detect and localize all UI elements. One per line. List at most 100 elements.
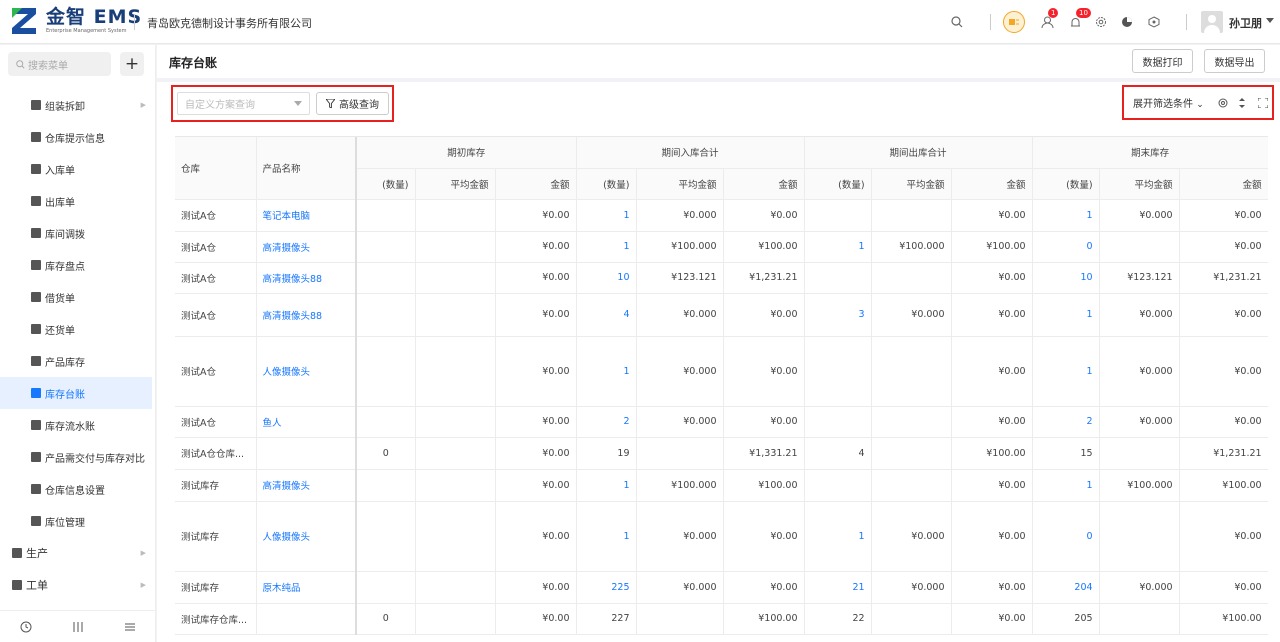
product-link[interactable]: 高清摄像头88 <box>256 293 357 337</box>
table-cell: 测试A仓 <box>175 231 257 263</box>
product-link[interactable]: 笔记本电脑 <box>256 199 357 232</box>
product-link[interactable]: 高清摄像头 <box>256 469 357 502</box>
table-cell[interactable]: 1 <box>1032 469 1100 502</box>
table-cell: 测试A仓 <box>175 406 257 438</box>
table-cell: ¥0.000 <box>636 501 724 572</box>
table-cell: ¥0.00 <box>495 501 577 572</box>
table-cell[interactable]: 10 <box>1032 262 1100 294</box>
product-link[interactable]: 鱼人 <box>256 406 357 438</box>
history-icon[interactable] <box>20 621 32 633</box>
bell-icon[interactable]: 10 <box>1066 8 1091 31</box>
sidebar-item-13[interactable]: 库位管理 <box>0 505 152 537</box>
table-cell[interactable]: 1 <box>576 469 637 502</box>
sidebar-item-2[interactable]: 入库单 <box>0 153 152 185</box>
feature-icon[interactable] <box>1003 11 1025 33</box>
header-sub-2: 金额 <box>951 168 1033 200</box>
table-cell[interactable]: 225 <box>576 571 637 604</box>
table-cell[interactable]: 1 <box>1032 293 1100 337</box>
advanced-query-button[interactable]: 高级查询 <box>316 92 389 115</box>
sidebar-item-10[interactable]: 库存流水账 <box>0 409 152 441</box>
sidebar-group-label: 工单 <box>26 579 48 592</box>
product-link[interactable]: 原木纯品 <box>256 571 357 604</box>
table-cell: ¥0.000 <box>636 199 724 232</box>
table-cell[interactable]: 0 <box>1032 501 1100 572</box>
table-cell <box>415 571 496 604</box>
header-divider-2 <box>990 14 991 30</box>
table-row: 测试库存 人像摄像头 ¥0.00 1 ¥0.000 ¥0.00 1 ¥0.000 ¥0.00 0 ¥… <box>175 501 1268 572</box>
table-cell: ¥0.00 <box>951 469 1033 502</box>
sidebar-item-0[interactable]: 组装拆卸 ▶ <box>0 89 152 121</box>
table-cell[interactable]: 1 <box>576 501 637 572</box>
header-sub-1: 平均金额 <box>415 168 496 200</box>
top-bar: 金智 EMS Enterprise Management System 青岛欧克… <box>0 0 1280 44</box>
table-cell[interactable]: 2 <box>576 406 637 438</box>
chevron-right-icon: ▶ <box>140 549 146 557</box>
product-link[interactable]: 人像摄像头 <box>256 336 357 407</box>
avatar[interactable] <box>1201 11 1223 33</box>
scheme-select[interactable]: 自定义方案查询 <box>177 92 310 115</box>
table-cell[interactable]: 3 <box>804 293 872 337</box>
fullscreen-icon[interactable] <box>1257 97 1268 108</box>
sort-icon[interactable] <box>72 621 84 633</box>
table-cell[interactable]: 2 <box>1032 406 1100 438</box>
sidebar-group-1[interactable]: 工单 ▶ <box>0 569 152 601</box>
table-cell[interactable]: 1 <box>804 501 872 572</box>
table-cell[interactable]: 1 <box>1032 336 1100 407</box>
header-sub-0: (数量) <box>1032 168 1100 200</box>
sidebar-item-6[interactable]: 借货单 <box>0 281 152 313</box>
table-cell[interactable]: 10 <box>576 262 637 294</box>
row-height-icon[interactable] <box>1238 97 1246 108</box>
sidebar-item-7[interactable]: 还货单 <box>0 313 152 345</box>
table-cell[interactable]: 204 <box>1032 571 1100 604</box>
table-cell[interactable]: 1 <box>576 336 637 407</box>
table-cell: ¥0.00 <box>723 571 805 604</box>
sidebar-item-3[interactable]: 出库单 <box>0 185 152 217</box>
product-link[interactable]: 高清摄像头 <box>256 231 357 263</box>
table-cell <box>636 603 724 635</box>
header-sub-2: 金额 <box>1179 168 1268 200</box>
print-button[interactable]: 数据打印 <box>1132 49 1193 73</box>
cube-icon[interactable] <box>1145 13 1163 31</box>
sidebar-item-12[interactable]: 仓库信息设置 <box>0 473 152 505</box>
table-cell[interactable]: 21 <box>804 571 872 604</box>
table-cell: 4 <box>804 437 872 470</box>
gear-icon[interactable] <box>1092 13 1110 31</box>
add-menu-button[interactable]: + <box>120 52 144 76</box>
table-cell[interactable]: 4 <box>576 293 637 337</box>
table-cell[interactable]: 1 <box>576 199 637 232</box>
table-cell[interactable]: 1 <box>1032 199 1100 232</box>
table-cell: ¥100.00 <box>951 437 1033 470</box>
table-cell[interactable]: 1 <box>804 231 872 263</box>
table-row: 测试A仓 高清摄像头88 ¥0.00 4 ¥0.000 ¥0.00 3 ¥0.000 ¥0.00… <box>175 293 1268 337</box>
sidebar-item-5[interactable]: 库存盘点 <box>0 249 152 281</box>
header-divider <box>134 14 135 30</box>
table-cell: 227 <box>576 603 637 635</box>
grid-icon <box>31 516 41 526</box>
caret-down-icon[interactable] <box>1266 16 1274 24</box>
export-button[interactable]: 数据导出 <box>1204 49 1265 73</box>
sidebar-item-9[interactable]: 库存台账 <box>0 377 152 409</box>
menu-collapse-icon[interactable] <box>124 621 136 633</box>
sidebar-item-11[interactable]: 产品需交付与库存对比 <box>0 441 152 473</box>
sidebar-item-1[interactable]: 仓库提示信息 <box>0 121 152 153</box>
table-cell: ¥100.00 <box>1179 469 1268 502</box>
username[interactable]: 孙卫朋 <box>1229 15 1262 31</box>
table-cell: ¥0.000 <box>1099 406 1180 438</box>
expand-filter-button[interactable]: 展开筛选条件 ⌄ <box>1133 95 1204 110</box>
search-icon[interactable] <box>948 13 966 31</box>
sidebar-group-0[interactable]: 生产 ▶ <box>0 537 152 569</box>
message-badge: 1 <box>1048 8 1059 18</box>
settings-icon[interactable] <box>1218 98 1228 108</box>
table-cell[interactable]: 1 <box>576 231 637 263</box>
product-link[interactable]: 高清摄像头88 <box>256 262 357 294</box>
pie-chart-icon[interactable] <box>1118 13 1136 31</box>
table-cell: ¥0.00 <box>723 199 805 232</box>
table-cell[interactable]: 0 <box>1032 231 1100 263</box>
sidebar-item-4[interactable]: 库间调拨 <box>0 217 152 249</box>
user-message-icon[interactable]: 1 <box>1038 8 1059 31</box>
header-sub-2: 金额 <box>723 168 805 200</box>
menu-search-input[interactable]: 搜索菜单 <box>8 52 111 76</box>
sidebar-item-8[interactable]: 产品库存 <box>0 345 152 377</box>
product-link[interactable]: 人像摄像头 <box>256 501 357 572</box>
table-cell: ¥0.00 <box>1179 293 1268 337</box>
